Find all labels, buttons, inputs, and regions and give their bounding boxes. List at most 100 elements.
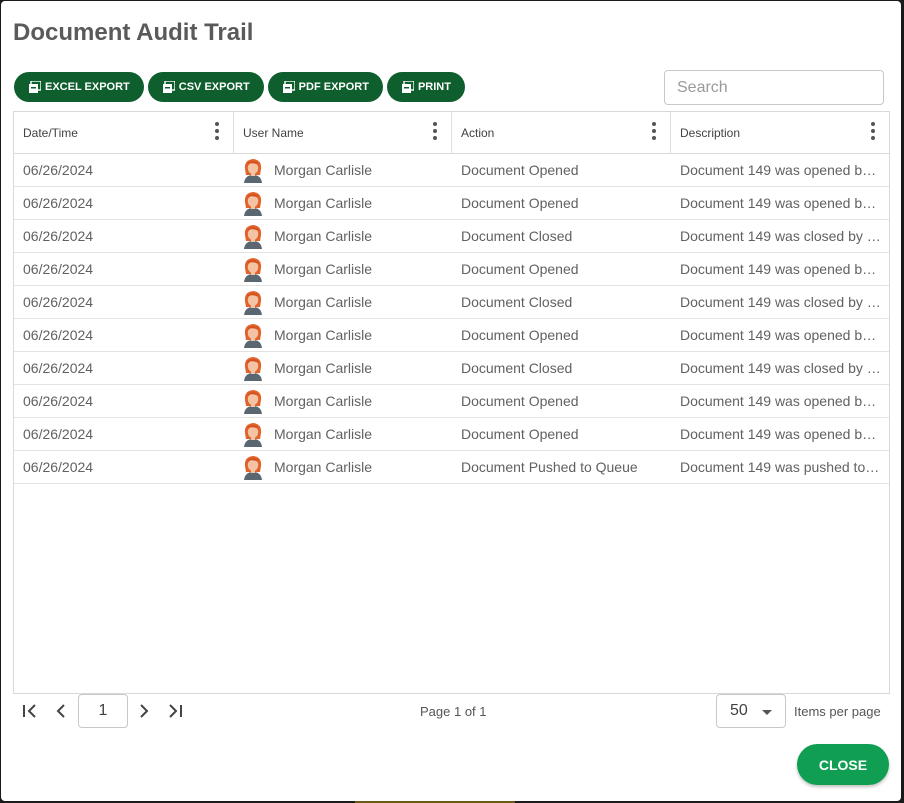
cell-action: Document Opened xyxy=(461,162,579,178)
export-toolbar: EXCEL EXPORT CSV EXPORT PDF EXPORT PRINT xyxy=(14,72,465,102)
user-avatar-icon xyxy=(244,390,262,414)
cell-description: Document 149 was opened by Morgan Carlis… xyxy=(680,195,881,211)
user-avatar-icon xyxy=(244,192,262,216)
first-page-icon[interactable] xyxy=(21,703,39,719)
cell-description: Document 149 was pushed to queue by Morg… xyxy=(680,459,881,475)
last-page-icon[interactable] xyxy=(166,703,184,719)
cell-action: Document Opened xyxy=(461,327,579,343)
cell-action: Document Pushed to Queue xyxy=(461,459,638,475)
page-size-select[interactable]: 50 xyxy=(716,694,786,728)
print-label: PRINT xyxy=(417,81,451,93)
search-input[interactable] xyxy=(677,78,884,97)
search-box xyxy=(664,70,884,105)
cell-date: 06/26/2024 xyxy=(23,162,94,178)
page-info: Page 1 of 1 xyxy=(420,704,487,719)
previous-page-icon[interactable] xyxy=(52,703,70,719)
print-icon xyxy=(401,81,414,93)
pdf-export-button[interactable]: PDF EXPORT xyxy=(267,72,383,102)
cell-user: Morgan Carlisle xyxy=(234,187,452,219)
export-icon xyxy=(282,81,295,93)
column-menu-icon[interactable] xyxy=(652,122,656,140)
cell-user: Morgan Carlisle xyxy=(234,253,452,285)
column-header-username[interactable]: User Name xyxy=(234,112,452,154)
column-header-description[interactable]: Description xyxy=(671,112,889,154)
cell-user: Morgan Carlisle xyxy=(234,154,452,186)
user-avatar-icon xyxy=(244,423,262,447)
cell-user: Morgan Carlisle xyxy=(234,319,452,351)
column-header-datetime[interactable]: Date/Time xyxy=(14,112,234,154)
cell-date: 06/26/2024 xyxy=(23,294,94,310)
cell-date: 06/26/2024 xyxy=(23,360,94,376)
cell-description: Document 149 was opened by Morgan Carlis… xyxy=(680,162,881,178)
cell-description: Document 149 was opened by Morgan Carlis… xyxy=(680,327,881,343)
cell-action: Document Opened xyxy=(461,195,579,211)
cell-action: Document Opened xyxy=(461,393,579,409)
table-row[interactable]: 06/26/2024 Morgan Carlisle Document Clos… xyxy=(14,220,889,253)
print-button[interactable]: PRINT xyxy=(386,72,465,102)
user-avatar-icon xyxy=(244,225,262,249)
cell-user: Morgan Carlisle xyxy=(234,385,452,417)
column-menu-icon[interactable] xyxy=(871,122,875,140)
cell-user: Morgan Carlisle xyxy=(234,220,452,252)
column-label: Date/Time xyxy=(23,126,78,140)
table-row[interactable]: 06/26/2024 Morgan Carlisle Document Open… xyxy=(14,319,889,352)
pdf-export-label: PDF EXPORT xyxy=(298,81,369,93)
column-menu-icon[interactable] xyxy=(433,122,437,140)
column-label: Action xyxy=(461,126,495,140)
cell-description: Document 149 was closed by Morgan Carlis… xyxy=(680,228,881,244)
user-avatar-icon xyxy=(244,357,262,381)
table-row[interactable]: 06/26/2024 Morgan Carlisle Document Open… xyxy=(14,187,889,220)
table-row[interactable]: 06/26/2024 Morgan Carlisle Document Open… xyxy=(14,385,889,418)
cell-description: Document 149 was closed by Morgan Carlis… xyxy=(680,360,881,376)
cell-action: Document Closed xyxy=(461,228,573,244)
grid-body: 06/26/2024 Morgan Carlisle Document Open… xyxy=(14,154,889,484)
export-icon xyxy=(29,81,41,93)
excel-export-label: EXCEL EXPORT xyxy=(45,81,130,93)
grid-pager: 1 Page 1 of 1 50 Items per page xyxy=(13,693,890,730)
cell-user: Morgan Carlisle xyxy=(234,451,452,483)
table-row[interactable]: 06/26/2024 Morgan Carlisle Document Push… xyxy=(14,451,889,484)
cell-date: 06/26/2024 xyxy=(23,426,94,442)
cell-description: Document 149 was opened by Morgan Carlis… xyxy=(680,393,881,409)
close-button[interactable]: CLOSE xyxy=(797,744,889,785)
cell-date: 06/26/2024 xyxy=(23,195,94,211)
csv-export-button[interactable]: CSV EXPORT xyxy=(147,72,264,102)
cell-user: Morgan Carlisle xyxy=(234,352,452,384)
column-header-action[interactable]: Action xyxy=(452,112,671,154)
page-size-value: 50 xyxy=(730,702,748,719)
column-label: User Name xyxy=(243,126,304,140)
dialog-title: Document Audit Trail xyxy=(13,19,254,46)
table-row[interactable]: 06/26/2024 Morgan Carlisle Document Clos… xyxy=(14,352,889,385)
grid-header: Date/Time User Name Action Description xyxy=(14,112,889,154)
cell-date: 06/26/2024 xyxy=(23,327,94,343)
cell-date: 06/26/2024 xyxy=(23,261,94,277)
csv-export-label: CSV EXPORT xyxy=(178,81,250,93)
table-row[interactable]: 06/26/2024 Morgan Carlisle Document Open… xyxy=(14,418,889,451)
table-row[interactable]: 06/26/2024 Morgan Carlisle Document Open… xyxy=(14,253,889,286)
table-row[interactable]: 06/26/2024 Morgan Carlisle Document Clos… xyxy=(14,286,889,319)
next-page-icon[interactable] xyxy=(135,703,153,719)
cell-user: Morgan Carlisle xyxy=(234,286,452,318)
table-row[interactable]: 06/26/2024 Morgan Carlisle Document Open… xyxy=(14,154,889,187)
audit-grid: Date/Time User Name Action Description 0… xyxy=(13,111,890,694)
chevron-down-icon xyxy=(762,710,772,715)
column-label: Description xyxy=(680,126,741,140)
user-avatar-icon xyxy=(244,291,262,315)
export-icon xyxy=(162,81,175,93)
user-avatar-icon xyxy=(244,324,262,348)
cell-description: Document 149 was opened by Morgan Carlis… xyxy=(680,426,881,442)
cell-description: Document 149 was opened by Morgan Carlis… xyxy=(680,261,881,277)
user-avatar-icon xyxy=(244,258,262,282)
cell-date: 06/26/2024 xyxy=(23,459,94,475)
column-menu-icon[interactable] xyxy=(215,122,219,140)
page-number-input[interactable]: 1 xyxy=(78,694,128,728)
cell-action: Document Opened xyxy=(461,426,579,442)
cell-date: 06/26/2024 xyxy=(23,228,94,244)
audit-trail-dialog: Document Audit Trail EXCEL EXPORT CSV EX… xyxy=(1,1,901,801)
excel-export-button[interactable]: EXCEL EXPORT xyxy=(14,72,144,102)
cell-action: Document Opened xyxy=(461,261,579,277)
cell-action: Document Closed xyxy=(461,360,573,376)
cell-user: Morgan Carlisle xyxy=(234,418,452,450)
user-avatar-icon xyxy=(244,456,262,480)
cell-date: 06/26/2024 xyxy=(23,393,94,409)
